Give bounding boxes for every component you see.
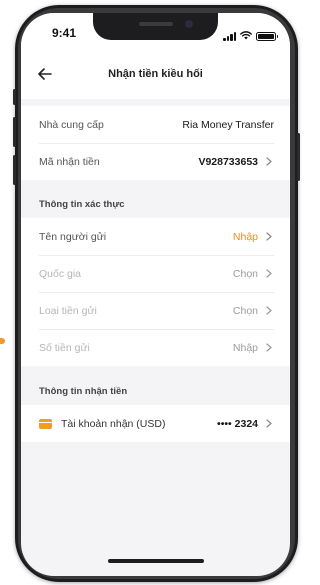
currency-type-label: Loại tiền gửi	[39, 304, 97, 317]
chevron-right-icon	[264, 306, 274, 316]
summary-card: Nhà cung cấp Ria Money Transfer Mã nhận …	[21, 106, 290, 180]
sender-name-label: Tên người gửi	[39, 230, 107, 243]
country-label: Quốc gia	[39, 267, 82, 280]
country-value: Chọn	[232, 267, 258, 280]
signal-icon	[223, 31, 236, 41]
auth-section-title: Thông tin xác thực	[39, 199, 125, 210]
currency-type-row[interactable]: Loại tiền gửi Chọn	[21, 292, 290, 329]
volume-up-button	[13, 117, 16, 147]
auth-card: Tên người gửi Nhập Quốc gia Chọn Loại ti…	[21, 218, 290, 366]
notch	[93, 13, 218, 40]
page-title: Nhận tiền kiều hối	[108, 68, 203, 80]
edge-accent-dot	[0, 338, 5, 344]
status-time: 9:41	[52, 26, 77, 40]
home-indicator	[108, 559, 204, 563]
provider-value: Ria Money Transfer	[182, 118, 274, 131]
status-icons	[223, 27, 278, 45]
sender-name-row[interactable]: Tên người gửi Nhập	[21, 218, 290, 255]
amount-label: Số tiền gửi	[39, 341, 90, 354]
chevron-right-icon	[264, 269, 274, 279]
receive-section-title: Thông tin nhận tiền	[39, 386, 128, 397]
transfer-code-label: Mã nhận tiền	[39, 155, 100, 168]
chevron-right-icon	[264, 419, 274, 429]
bank-card-icon	[39, 418, 52, 429]
receiving-account-label: Tài khoản nhận (USD)	[61, 417, 166, 430]
receiving-account-row[interactable]: Tài khoản nhận (USD) •••• 2324	[21, 405, 290, 442]
navigation-bar: Nhận tiền kiều hối	[21, 53, 290, 99]
chevron-right-icon	[264, 157, 274, 167]
receiving-account-value: •••• 2324	[217, 417, 258, 430]
transfer-code-value: V928733653	[198, 155, 258, 168]
volume-down-button	[13, 155, 16, 185]
chevron-right-icon	[264, 232, 274, 242]
phone-screen: 9:41 Nhận tiền kiều hối Nhà cung cấp Ria…	[21, 13, 290, 576]
status-bar: 9:41	[21, 13, 290, 53]
transfer-code-row[interactable]: Mã nhận tiền V928733653	[21, 143, 290, 180]
speaker	[139, 22, 173, 26]
chevron-right-icon	[264, 343, 274, 353]
sender-name-value: Nhập	[232, 230, 258, 243]
battery-icon	[256, 31, 278, 41]
wifi-icon	[240, 27, 252, 45]
power-button	[297, 133, 300, 181]
front-camera	[185, 20, 193, 28]
receive-card: Tài khoản nhận (USD) •••• 2324	[21, 405, 290, 442]
amount-row[interactable]: Số tiền gửi Nhập	[21, 329, 290, 366]
side-button	[13, 89, 16, 105]
amount-value: Nhập	[232, 341, 258, 354]
provider-row: Nhà cung cấp Ria Money Transfer	[21, 106, 290, 143]
provider-label: Nhà cung cấp	[39, 118, 104, 131]
country-row[interactable]: Quốc gia Chọn	[21, 255, 290, 292]
currency-type-value: Chọn	[232, 304, 258, 317]
